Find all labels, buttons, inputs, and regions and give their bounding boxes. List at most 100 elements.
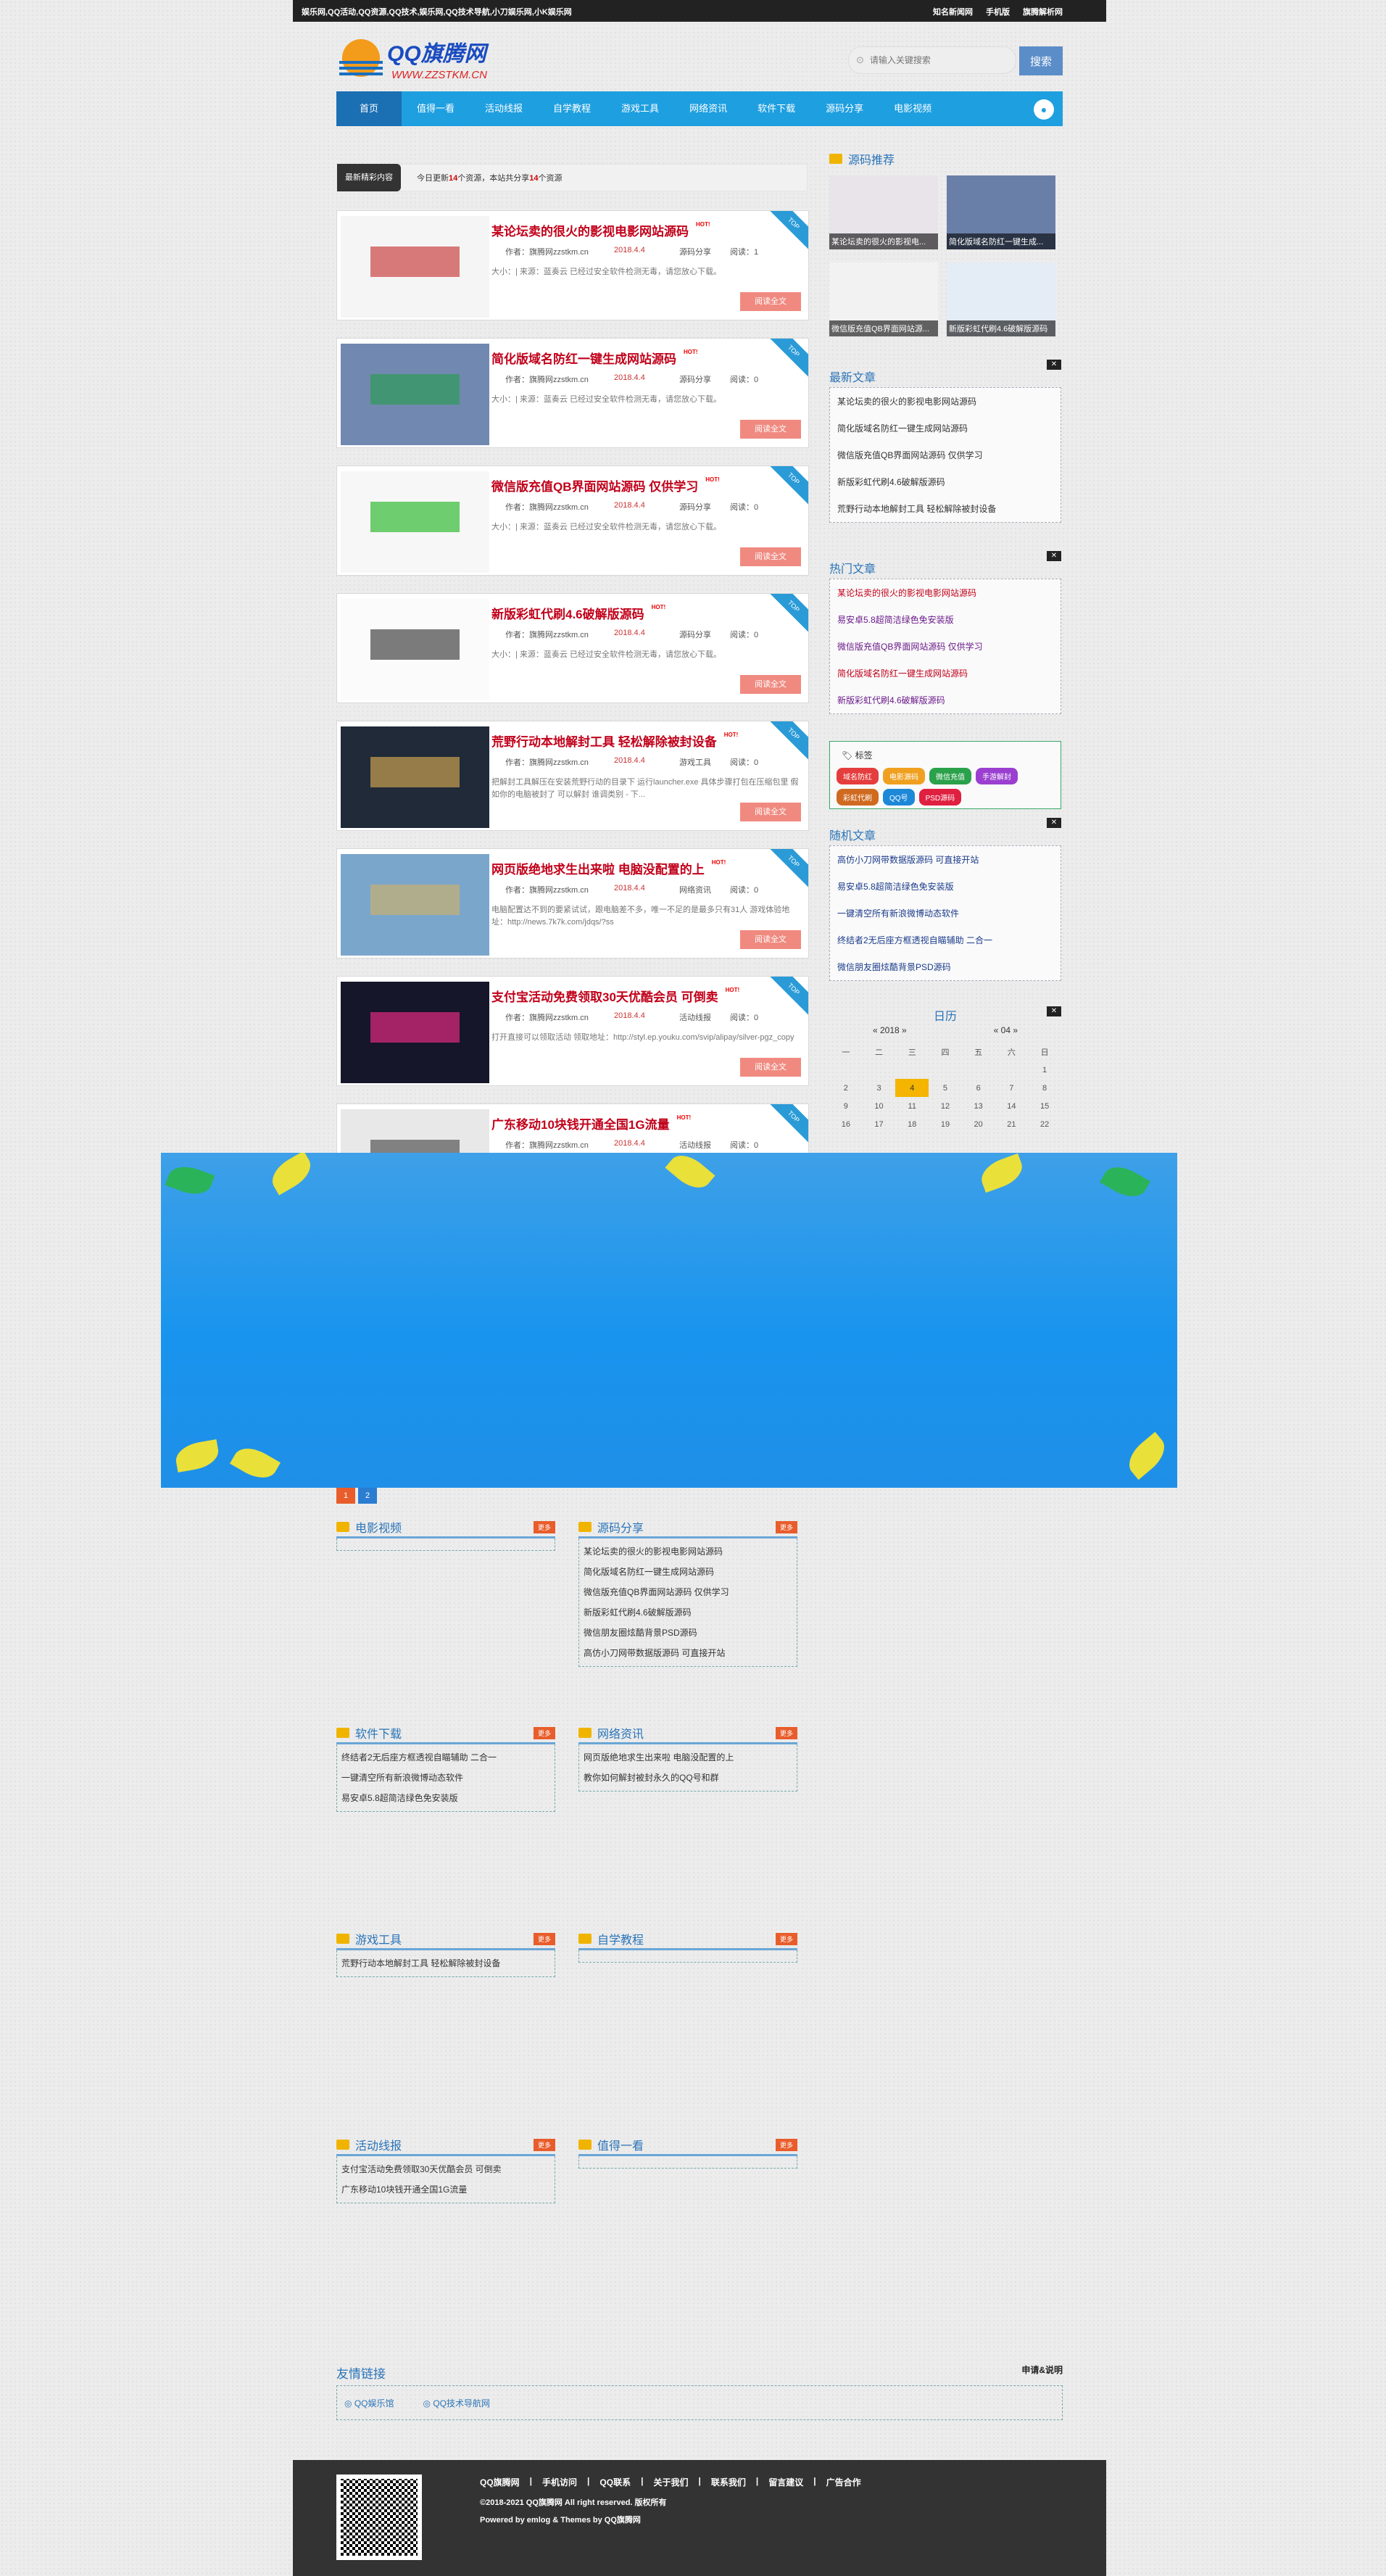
category-title[interactable]: 自学教程	[597, 1930, 644, 1947]
list-item[interactable]: 荒野行动本地解封工具 轻松解除被封设备	[341, 1953, 550, 1974]
nav-home[interactable]: 首页	[336, 91, 402, 126]
user-avatar-icon[interactable]: ●	[1034, 99, 1054, 120]
calendar-year-nav[interactable]: « 2018 »	[873, 1025, 907, 1043]
read-more-button[interactable]: 阅读全文	[740, 547, 801, 566]
post-title[interactable]: 网页版绝地求生出来啦 电脑没配置的上HOT!	[491, 859, 726, 877]
category-title[interactable]: 活动线报	[355, 2136, 402, 2153]
post-thumbnail[interactable]	[341, 344, 489, 445]
footer-link[interactable]: 留言建议	[768, 2476, 803, 2488]
tag-chip[interactable]: 域名防红	[837, 768, 879, 784]
list-item[interactable]: 某论坛卖的很火的影视电影网站源码	[584, 1541, 792, 1562]
list-item[interactable]: 支付宝活动免费领取30天优酷会员 可倒卖	[341, 2159, 550, 2179]
more-button[interactable]: 更多	[775, 1521, 797, 1533]
nav-source[interactable]: 源码分享	[810, 91, 879, 126]
calendar-day[interactable]: 6	[962, 1079, 995, 1097]
list-item[interactable]: 终结者2无后座方框透视自瞄辅助 二合一	[830, 927, 1061, 953]
list-item[interactable]: 某论坛卖的很火的影视电影网站源码	[830, 388, 1061, 415]
list-item[interactable]: 教你如何解封被封永久的QQ号和群	[584, 1768, 792, 1788]
calendar-month-nav[interactable]: « 04 »	[994, 1025, 1018, 1043]
list-item[interactable]: 易安卓5.8超简洁绿色免安装版	[830, 873, 1061, 900]
category-title[interactable]: 值得一看	[597, 2136, 644, 2153]
list-item[interactable]: 新版彩虹代刷4.6破解版源码	[584, 1602, 792, 1623]
close-icon[interactable]: ✕	[1047, 551, 1061, 561]
post-thumbnail[interactable]	[341, 982, 489, 1083]
search-input[interactable]	[869, 55, 979, 65]
page-1[interactable]: 1	[336, 1488, 355, 1504]
source-thumb[interactable]: 新版彩虹代刷4.6破解版源码	[947, 262, 1055, 336]
post-title[interactable]: 某论坛卖的很火的影视电影网站源码HOT!	[491, 221, 710, 239]
list-item[interactable]: 新版彩虹代刷4.6破解版源码	[830, 687, 1061, 713]
list-item[interactable]: 荒野行动本地解封工具 轻松解除被封设备	[830, 495, 1061, 522]
calendar-day[interactable]: 15	[1028, 1097, 1061, 1115]
nav-video[interactable]: 电影视频	[879, 91, 947, 126]
site-logo[interactable]: QQ旗腾网 WWW.ZZSTKM.CN	[336, 36, 525, 84]
friend-link[interactable]: ◎ QQ技术导航网	[423, 2397, 491, 2409]
footer-link[interactable]: 联系我们	[711, 2476, 746, 2488]
more-button[interactable]: 更多	[533, 2139, 555, 2151]
more-button[interactable]: 更多	[533, 1521, 555, 1533]
calendar-day[interactable]: 16	[829, 1115, 863, 1133]
calendar-day[interactable]: 20	[962, 1115, 995, 1133]
list-item[interactable]: 微信朋友圈炫酷背景PSD源码	[830, 953, 1061, 980]
nav-news[interactable]: 网络资讯	[674, 91, 742, 126]
calendar-day[interactable]: 19	[929, 1115, 962, 1133]
calendar-day[interactable]: 4	[895, 1079, 929, 1097]
tag-chip[interactable]: PSD源码	[918, 789, 962, 805]
list-item[interactable]: 简化版域名防红一键生成网站源码	[830, 660, 1061, 687]
read-more-button[interactable]: 阅读全文	[740, 1058, 801, 1077]
post-title[interactable]: 微信版充值QB界面网站源码 仅供学习HOT!	[491, 476, 720, 494]
close-icon[interactable]: ✕	[1047, 1006, 1061, 1016]
list-item[interactable]: 终结者2无后座方框透视自瞄辅助 二合一	[341, 1747, 550, 1768]
footer-link[interactable]: 关于我们	[653, 2476, 688, 2488]
more-button[interactable]: 更多	[775, 1727, 797, 1739]
list-item[interactable]: 广东移动10块钱开通全国1G流量	[341, 2179, 550, 2200]
post-thumbnail[interactable]	[341, 726, 489, 828]
calendar-day[interactable]: 11	[895, 1097, 929, 1115]
more-button[interactable]: 更多	[775, 2139, 797, 2151]
list-item[interactable]: 简化版域名防红一键生成网站源码	[830, 415, 1061, 442]
source-thumb[interactable]: 简化版域名防红一键生成...	[947, 175, 1055, 249]
tag-chip[interactable]: 电影源码	[883, 768, 925, 784]
calendar-day[interactable]	[962, 1061, 995, 1079]
read-more-button[interactable]: 阅读全文	[740, 292, 801, 311]
list-item[interactable]: 易安卓5.8超简洁绿色免安装版	[830, 606, 1061, 633]
nav-tutorial[interactable]: 自学教程	[538, 91, 606, 126]
calendar-day[interactable]: 22	[1028, 1115, 1061, 1133]
calendar-day[interactable]: 7	[995, 1079, 1029, 1097]
post-title[interactable]: 支付宝活动免费领取30天优酷会员 可倒卖HOT!	[491, 987, 739, 1005]
nav-game-tools[interactable]: 游戏工具	[606, 91, 674, 126]
list-item[interactable]: 微信朋友圈炫酷背景PSD源码	[584, 1623, 792, 1643]
nav-software[interactable]: 软件下载	[742, 91, 810, 126]
more-button[interactable]: 更多	[533, 1727, 555, 1739]
list-item[interactable]: 某论坛卖的很火的影视电影网站源码	[830, 579, 1061, 606]
nav-activity[interactable]: 活动线报	[470, 91, 538, 126]
calendar-day[interactable]: 17	[863, 1115, 896, 1133]
list-item[interactable]: 高仿小刀网带数据版源码 可直接开站	[584, 1643, 792, 1663]
post-title[interactable]: 简化版域名防红一键生成网站源码HOT!	[491, 349, 698, 367]
calendar-day[interactable]: 12	[929, 1097, 962, 1115]
calendar-day[interactable]	[995, 1061, 1029, 1079]
top-link-parse[interactable]: 旗腾解析网	[1023, 6, 1063, 17]
list-item[interactable]: 简化版域名防红一键生成网站源码	[584, 1562, 792, 1582]
list-item[interactable]: 一键清空所有新浪微博动态软件	[830, 900, 1061, 927]
read-more-button[interactable]: 阅读全文	[740, 420, 801, 439]
top-link-mobile[interactable]: 手机版	[986, 6, 1010, 17]
footer-link[interactable]: 手机访问	[542, 2476, 577, 2488]
calendar-day[interactable]: 14	[995, 1097, 1029, 1115]
links-apply[interactable]: 申请&说明	[1021, 2364, 1063, 2385]
close-icon[interactable]: ✕	[1047, 360, 1061, 370]
tag-chip[interactable]: 手游解封	[976, 768, 1018, 784]
list-item[interactable]: 微信版充值QB界面网站源码 仅供学习	[584, 1582, 792, 1602]
category-title[interactable]: 软件下载	[355, 1724, 402, 1742]
list-item[interactable]: 高仿小刀网带数据版源码 可直接开站	[830, 846, 1061, 873]
popup-banner[interactable]	[161, 1153, 1177, 1488]
more-button[interactable]: 更多	[533, 1933, 555, 1945]
friend-link[interactable]: ◎ QQ娱乐馆	[344, 2397, 394, 2409]
footer-link[interactable]: QQ联系	[599, 2476, 631, 2488]
post-title[interactable]: 广东移动10块钱开通全国1G流量HOT!	[491, 1114, 691, 1132]
top-link-news[interactable]: 知名新闻网	[933, 6, 973, 17]
category-title[interactable]: 游戏工具	[355, 1930, 402, 1947]
footer-link[interactable]: QQ旗腾网	[480, 2476, 520, 2488]
tag-chip[interactable]: 彩虹代刷	[837, 789, 879, 805]
calendar-day[interactable]	[895, 1061, 929, 1079]
